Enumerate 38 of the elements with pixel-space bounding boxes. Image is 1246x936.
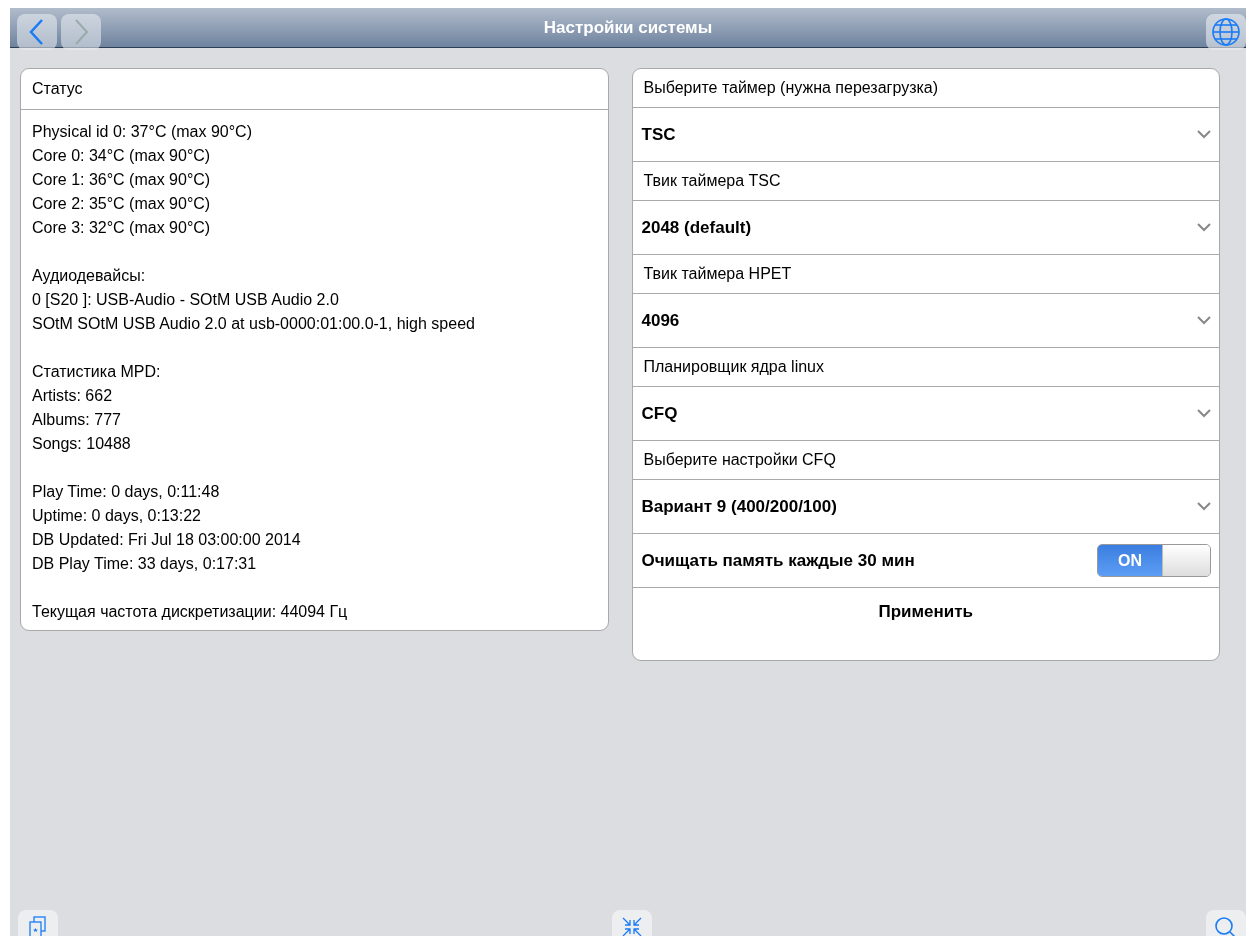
status-line: Core 1: 36°C (max 90°C)	[32, 170, 212, 190]
toggle-label: Очищать память каждые 30 мин	[641, 550, 915, 571]
window-title: Настройки системы	[542, 18, 714, 38]
chevron-down-icon	[1197, 409, 1211, 418]
chevron-down-icon	[1197, 223, 1211, 232]
status-line: Текущая частота дискретизации: 44094 Гц	[32, 602, 349, 622]
setting-label: Выберите настройки CFQ	[632, 441, 1219, 480]
status-line: Core 2: 35°C (max 90°C)	[32, 194, 212, 214]
setting-label: Твик таймера TSC	[632, 162, 1219, 201]
forward-button[interactable]	[61, 13, 101, 50]
chevron-down-icon	[1197, 316, 1211, 325]
setting-label: Выберите таймер (нужна перезагрузка)	[632, 69, 1219, 108]
select-field[interactable]: 4096	[632, 294, 1219, 348]
select-field[interactable]: Вариант 9 (400/200/100)	[632, 480, 1219, 534]
select-field[interactable]: TSC	[632, 108, 1219, 162]
select-field[interactable]: 2048 (default)	[632, 201, 1219, 255]
status-line: 0 [S20 ]: USB-Audio - SOtM USB Audio 2.0	[32, 290, 340, 310]
chevron-down-icon	[1197, 502, 1211, 511]
status-line: DB Play Time: 33 days, 0:17:31	[32, 554, 258, 574]
status-line: Albums: 777	[32, 410, 122, 430]
status-line: Songs: 10488	[32, 434, 132, 454]
chevron-down-icon	[1197, 130, 1211, 139]
setting-label: Твик таймера HPET	[632, 255, 1219, 294]
status-line: Core 3: 32°C (max 90°C)	[32, 218, 212, 238]
status-title: Статус	[21, 69, 608, 110]
status-line: Core 0: 34°C (max 90°C)	[32, 146, 212, 166]
status-line: Play Time: 0 days, 0:11:48	[32, 482, 221, 502]
globe-button[interactable]	[1206, 13, 1246, 50]
back-button[interactable]	[17, 13, 57, 50]
status-line: Аудиодевайсы:	[32, 266, 147, 286]
setting-label: Планировщик ядра linux	[632, 348, 1219, 387]
status-line: DB Updated: Fri Jul 18 03:00:00 2014	[32, 530, 302, 550]
status-line: SOtM SOtM USB Audio 2.0 at usb-0000:01:00.0-1, high speed	[32, 314, 476, 334]
status-line: Uptime: 0 days, 0:13:22	[32, 506, 202, 526]
select-field[interactable]: CFQ	[632, 387, 1219, 441]
status-line: Physical id 0: 37°C (max 90°C)	[32, 122, 253, 142]
status-line: Статистика MPD:	[32, 362, 162, 382]
status-line: Artists: 662	[32, 386, 114, 406]
